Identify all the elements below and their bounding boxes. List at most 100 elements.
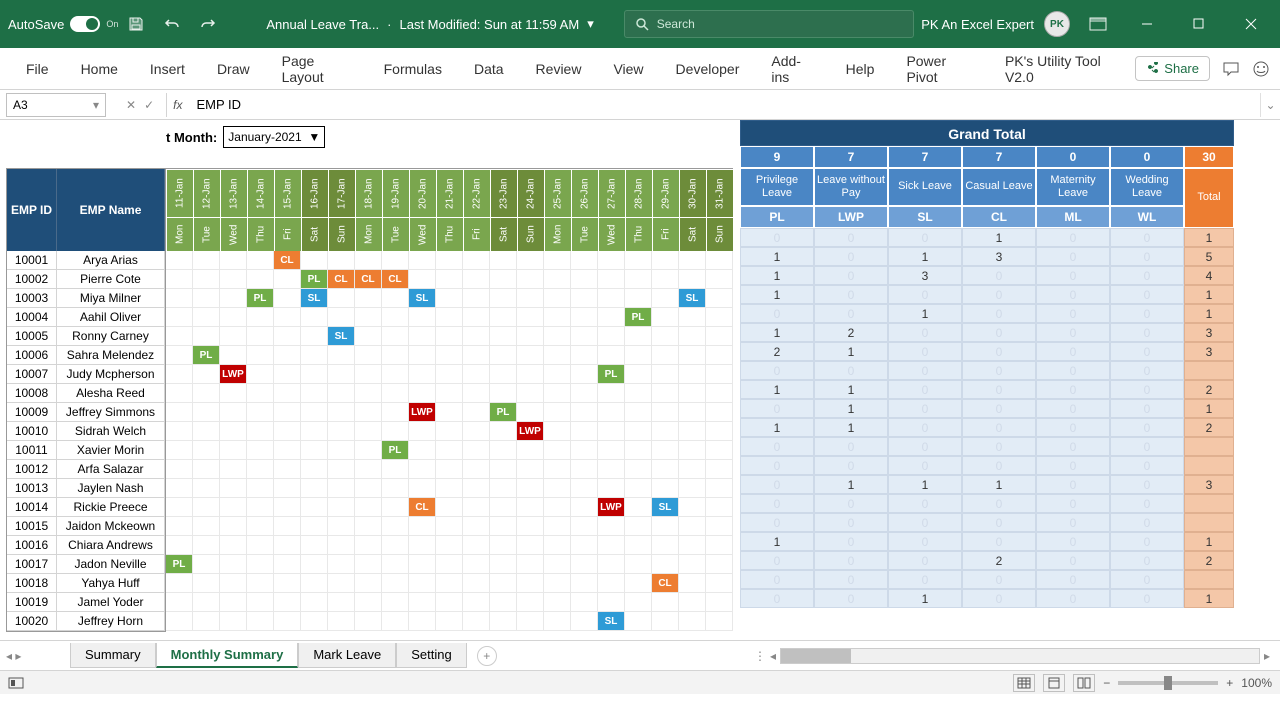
calendar-cell[interactable]: [517, 498, 544, 517]
calendar-cell[interactable]: [355, 460, 382, 479]
calendar-cell[interactable]: [571, 498, 598, 517]
calendar-cell[interactable]: [274, 327, 301, 346]
calendar-cell[interactable]: [544, 308, 571, 327]
gt-data-cell[interactable]: 0: [740, 513, 814, 532]
calendar-cell[interactable]: [571, 327, 598, 346]
calendar-cell[interactable]: [220, 536, 247, 555]
gt-data-cell[interactable]: 0: [814, 494, 888, 513]
calendar-cell[interactable]: [247, 308, 274, 327]
calendar-cell[interactable]: [571, 251, 598, 270]
calendar-cell[interactable]: [571, 460, 598, 479]
gt-data-cell[interactable]: 0: [740, 456, 814, 475]
gt-data-cell[interactable]: 0: [814, 361, 888, 380]
gt-data-cell[interactable]: 0: [1110, 361, 1184, 380]
calendar-cell[interactable]: [598, 270, 625, 289]
ribbon-tab[interactable]: Insert: [134, 48, 201, 89]
calendar-cell[interactable]: [652, 403, 679, 422]
calendar-cell[interactable]: [517, 555, 544, 574]
calendar-cell[interactable]: [193, 441, 220, 460]
calendar-cell[interactable]: [679, 251, 706, 270]
calendar-cell[interactable]: [625, 536, 652, 555]
gt-data-cell[interactable]: 1: [888, 304, 962, 323]
calendar-cell[interactable]: [652, 289, 679, 308]
gt-data-cell[interactable]: 0: [1110, 551, 1184, 570]
table-row[interactable]: 10011Xavier Morin: [7, 441, 165, 460]
calendar-cell[interactable]: [652, 517, 679, 536]
table-row[interactable]: 10014Rickie Preece: [7, 498, 165, 517]
ribbon-tab[interactable]: Add-ins: [755, 48, 829, 89]
calendar-cell[interactable]: [706, 498, 733, 517]
gt-data-cell[interactable]: 0: [1036, 285, 1110, 304]
calendar-cell[interactable]: [679, 308, 706, 327]
calendar-cell[interactable]: [706, 270, 733, 289]
calendar-cell[interactable]: [220, 327, 247, 346]
calendar-cell[interactable]: [166, 441, 193, 460]
calendar-cell[interactable]: [625, 422, 652, 441]
calendar-cell[interactable]: [193, 498, 220, 517]
calendar-cell[interactable]: [166, 289, 193, 308]
gt-data-cell[interactable]: 0: [1036, 437, 1110, 456]
sheet-tab[interactable]: Setting: [396, 643, 466, 668]
gt-data-cell[interactable]: 0: [962, 399, 1036, 418]
accept-formula-icon[interactable]: ✓: [144, 98, 154, 112]
table-row[interactable]: 10006Sahra Melendez: [7, 346, 165, 365]
calendar-cell[interactable]: [571, 365, 598, 384]
calendar-cell[interactable]: PL: [193, 346, 220, 365]
gt-data-cell[interactable]: 1: [814, 418, 888, 437]
calendar-cell[interactable]: [652, 270, 679, 289]
calendar-cell[interactable]: PL: [625, 308, 652, 327]
calendar-cell[interactable]: [193, 365, 220, 384]
gt-data-cell[interactable]: 0: [1036, 380, 1110, 399]
calendar-cell[interactable]: [652, 460, 679, 479]
calendar-cell[interactable]: [301, 365, 328, 384]
calendar-cell[interactable]: [544, 593, 571, 612]
calendar-cell[interactable]: [355, 479, 382, 498]
calendar-cell[interactable]: [517, 403, 544, 422]
calendar-cell[interactable]: [571, 403, 598, 422]
gt-data-cell[interactable]: 0: [1036, 513, 1110, 532]
calendar-cell[interactable]: [598, 441, 625, 460]
table-row[interactable]: 10005Ronny Carney: [7, 327, 165, 346]
calendar-cell[interactable]: [193, 251, 220, 270]
calendar-cell[interactable]: [517, 460, 544, 479]
calendar-cell[interactable]: [301, 479, 328, 498]
calendar-cell[interactable]: [166, 574, 193, 593]
calendar-cell[interactable]: [301, 517, 328, 536]
gt-data-cell[interactable]: 1: [740, 532, 814, 551]
name-box[interactable]: A3 ▾: [6, 93, 106, 117]
calendar-cell[interactable]: [274, 422, 301, 441]
gt-data-cell[interactable]: 0: [1110, 285, 1184, 304]
calendar-cell[interactable]: [274, 460, 301, 479]
calendar-cell[interactable]: [166, 517, 193, 536]
calendar-cell[interactable]: [463, 555, 490, 574]
gt-data-cell[interactable]: 0: [888, 570, 962, 589]
calendar-cell[interactable]: [463, 574, 490, 593]
gt-row-total[interactable]: [1184, 570, 1234, 589]
calendar-cell[interactable]: [328, 498, 355, 517]
calendar-cell[interactable]: [679, 460, 706, 479]
gt-data-cell[interactable]: 0: [888, 494, 962, 513]
calendar-cell[interactable]: [571, 270, 598, 289]
calendar-cell[interactable]: [274, 612, 301, 631]
calendar-cell[interactable]: [193, 308, 220, 327]
gt-data-cell[interactable]: 0: [888, 399, 962, 418]
calendar-cell[interactable]: [328, 251, 355, 270]
formula-input[interactable]: EMP ID: [188, 97, 1260, 112]
gt-data-cell[interactable]: 0: [814, 228, 888, 247]
calendar-cell[interactable]: [274, 498, 301, 517]
calendar-cell[interactable]: [463, 536, 490, 555]
calendar-cell[interactable]: [328, 346, 355, 365]
calendar-cell[interactable]: [193, 555, 220, 574]
calendar-cell[interactable]: [517, 517, 544, 536]
calendar-cell[interactable]: [220, 498, 247, 517]
gt-data-cell[interactable]: 0: [740, 589, 814, 608]
calendar-cell[interactable]: [409, 574, 436, 593]
gt-row-total[interactable]: 1: [1184, 228, 1234, 247]
gt-data-cell[interactable]: 0: [962, 361, 1036, 380]
calendar-cell[interactable]: [328, 365, 355, 384]
calendar-cell[interactable]: [328, 422, 355, 441]
calendar-cell[interactable]: [382, 308, 409, 327]
calendar-cell[interactable]: [679, 574, 706, 593]
calendar-cell[interactable]: [544, 555, 571, 574]
minimize-button[interactable]: [1126, 10, 1168, 38]
